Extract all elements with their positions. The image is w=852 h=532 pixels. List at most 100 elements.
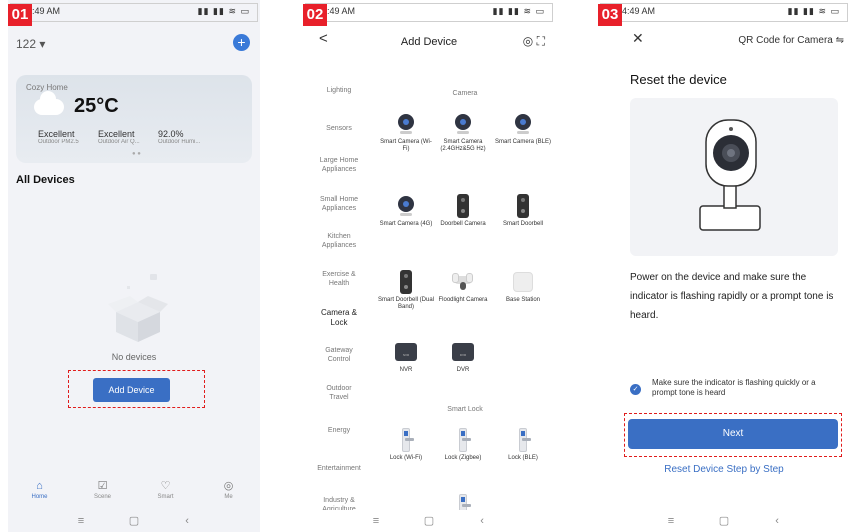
menu-icon[interactable]: ≡ — [646, 510, 696, 532]
system-nav-bar: ≡ ▢ ‹ — [8, 510, 260, 532]
status-bar: :49 AM ▮▮ ▮▮ ≋ ▭ — [303, 0, 555, 22]
icon-label: NVR — [402, 353, 410, 357]
home-nav-icon[interactable]: ▢ — [404, 510, 454, 532]
close-icon[interactable]: ✕ — [632, 30, 644, 47]
device-tile[interactable]: Lock (Wi-Fi) — [377, 428, 435, 462]
highlight-box: Next — [624, 413, 842, 457]
floodlight-icon — [452, 270, 474, 294]
group-title-smart-lock: Smart Lock — [447, 406, 483, 413]
lock-icon — [512, 428, 534, 452]
category-item-active[interactable]: Camera & Lock — [303, 308, 375, 328]
checkbox-checked-icon[interactable]: ✓ — [630, 384, 641, 395]
category-item[interactable]: Sensors — [303, 124, 375, 133]
dvr-icon: DVR — [452, 340, 474, 364]
device-tile[interactable]: Smart Camera (BLE) — [494, 112, 552, 146]
device-label: Lock (Wi-Fi) — [389, 455, 423, 461]
tab-me[interactable]: ◎ Me — [197, 478, 260, 510]
add-device-button[interactable]: Add Device — [93, 378, 170, 402]
tab-label: Home — [31, 494, 48, 500]
group-title-camera: Camera — [452, 90, 478, 97]
home-nav-icon[interactable]: ▢ — [109, 510, 159, 532]
screen-add-device: :49 AM ▮▮ ▮▮ ≋ ▭ 02 < Add Device ◎ ⛶ Lig… — [303, 0, 555, 532]
tab-label: Me — [224, 494, 233, 500]
tab-scene[interactable]: ☑ Scene — [71, 478, 134, 510]
device-tile[interactable]: Lock (Zigbee) — [434, 428, 492, 462]
camera-icon — [699, 119, 761, 231]
lock-icon — [395, 428, 417, 452]
lock-icon — [452, 428, 474, 452]
tab-label: Smart — [157, 494, 174, 500]
screen-reset-device: 4:49 AM ▮▮ ▮▮ ≋ ▭ 03 ✕ QR Code for Camer… — [598, 0, 850, 532]
device-tile[interactable]: NVR NVR — [377, 340, 435, 374]
category-item[interactable]: Gateway Control — [303, 346, 375, 364]
tab-smart[interactable]: ♡ Smart — [134, 478, 197, 510]
weather-stat: 92.0% Outdoor Humi... — [158, 129, 216, 145]
add-icon[interactable]: + — [233, 34, 250, 51]
device-tile[interactable]: DVR DVR — [434, 340, 492, 374]
pager-dots: ● ● — [132, 151, 141, 157]
camera-illustration — [630, 98, 838, 256]
home-nav-icon[interactable]: ▢ — [699, 510, 749, 532]
system-nav-bar: ≡ ▢ ‹ — [598, 510, 850, 532]
status-time: 4:49 AM — [622, 6, 656, 16]
category-item[interactable]: Energy — [303, 426, 375, 435]
camera-icon — [512, 112, 534, 136]
category-item[interactable]: Small Home Appliances — [303, 195, 375, 213]
device-tile[interactable]: Doorbell Camera — [434, 194, 492, 228]
icon-label: DVR — [459, 353, 467, 357]
device-tile[interactable]: Smart Doorbell — [494, 194, 552, 228]
reset-guide-link[interactable]: Reset Device Step by Step — [598, 464, 850, 475]
stat-value: Excellent — [38, 129, 75, 139]
instruction-text: Power on the device and make sure the in… — [630, 272, 834, 321]
device-label: NVR — [399, 367, 413, 373]
category-item[interactable]: Kitchen Appliances — [303, 232, 375, 250]
highlight-box: Add Device — [68, 370, 205, 408]
profile-icon: ◎ — [223, 480, 234, 492]
device-label: Smart Camera (4G) — [379, 221, 433, 227]
device-label: Smart Doorbell (Dual Band) — [377, 297, 435, 310]
stat-value: Excellent — [98, 129, 135, 139]
stat-value: 92.0% — [158, 129, 184, 139]
status-icons: ▮▮ ▮▮ ≋ ▭ — [492, 6, 545, 16]
empty-state-text: No devices — [111, 352, 157, 362]
status-time: :49 AM — [32, 6, 61, 16]
device-tile[interactable]: Base Station — [494, 270, 552, 304]
device-label: Doorbell Camera — [440, 221, 486, 227]
step-badge-2: 02 — [303, 4, 327, 26]
system-nav-bar: ≡ ▢ ‹ — [303, 510, 555, 532]
next-button[interactable]: Next — [628, 419, 838, 449]
device-tile[interactable]: Smart Camera (4G) — [377, 194, 435, 228]
back-nav-icon[interactable]: ‹ — [162, 510, 212, 532]
camera-icon — [452, 112, 474, 136]
status-icons: ▮▮ ▮▮ ≋ ▭ — [197, 6, 250, 16]
temperature: 25°C — [74, 95, 119, 117]
device-label: Floodlight Camera — [438, 297, 488, 303]
device-tile[interactable]: Floodlight Camera — [434, 270, 492, 304]
device-tile[interactable]: Smart Doorbell (Dual Band) — [377, 270, 435, 311]
camera-icon — [395, 194, 417, 218]
stat-label: Outdoor PM2.5 — [38, 139, 79, 145]
menu-icon[interactable]: ≡ — [351, 510, 401, 532]
category-item[interactable]: Entertainment — [303, 464, 375, 473]
home-selector[interactable]: 122 ▾ — [16, 37, 45, 51]
bottom-tab-bar: ⌂ Home ☑ Scene ♡ Smart ◎ Me — [8, 478, 260, 510]
back-nav-icon[interactable]: ‹ — [457, 510, 507, 532]
category-item[interactable]: Outdoor Travel — [303, 384, 375, 402]
weather-card[interactable]: Cozy Home 25°C Excellent Outdoor PM2.5 E… — [16, 75, 252, 163]
device-tile[interactable]: Smart Camera (2.4GHz&5G Hz) — [434, 112, 492, 153]
scan-icons[interactable]: ◎ ⛶ — [523, 34, 545, 49]
device-tile[interactable]: Lock (BLE) — [494, 428, 552, 462]
screen-home: :49 AM ▮▮ ▮▮ ≋ ▭ 01 122 ▾ + Cozy Home 25… — [8, 0, 260, 532]
page-title[interactable]: QR Code for Camera ⇋ — [738, 35, 844, 46]
weather-stats: Excellent Outdoor PM2.5 Excellent Outdoo… — [38, 129, 218, 145]
tab-label: Scene — [93, 494, 111, 500]
status-icons: ▮▮ ▮▮ ≋ ▭ — [787, 6, 840, 16]
category-item[interactable]: Lighting — [303, 86, 375, 95]
category-item[interactable]: Large Home Appliances — [303, 156, 375, 174]
back-nav-icon[interactable]: ‹ — [752, 510, 802, 532]
device-tile[interactable]: Smart Camera (Wi-Fi) — [377, 112, 435, 153]
menu-icon[interactable]: ≡ — [56, 510, 106, 532]
status-bar: 4:49 AM ▮▮ ▮▮ ≋ ▭ — [598, 0, 850, 22]
tab-home[interactable]: ⌂ Home — [8, 478, 71, 510]
category-item[interactable]: Exercise & Health — [303, 270, 375, 288]
